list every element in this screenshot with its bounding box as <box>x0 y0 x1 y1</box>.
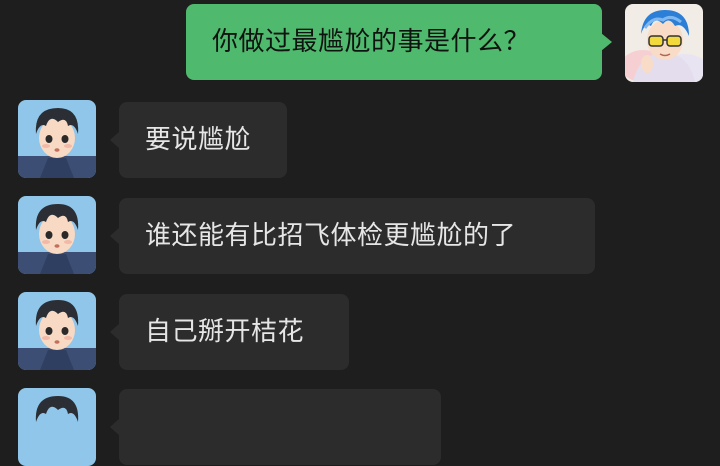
avatar-other[interactable] <box>18 388 96 466</box>
avatar-me[interactable] <box>625 4 703 82</box>
message-bubble-incoming[interactable]: 要说尴尬 <box>110 102 287 178</box>
avatar-other[interactable] <box>18 196 96 274</box>
message-bubble-incoming[interactable] <box>110 389 441 465</box>
message-bubble-outgoing[interactable]: 你做过最尴尬的事是什么？ <box>186 4 612 80</box>
message-bubble-incoming[interactable]: 自己掰开桔花 <box>110 294 349 370</box>
avatar-other[interactable] <box>18 292 96 370</box>
message-bubble-incoming[interactable]: 谁还能有比招飞体检更尴尬的了 <box>110 198 595 274</box>
avatar-other[interactable] <box>18 100 96 178</box>
